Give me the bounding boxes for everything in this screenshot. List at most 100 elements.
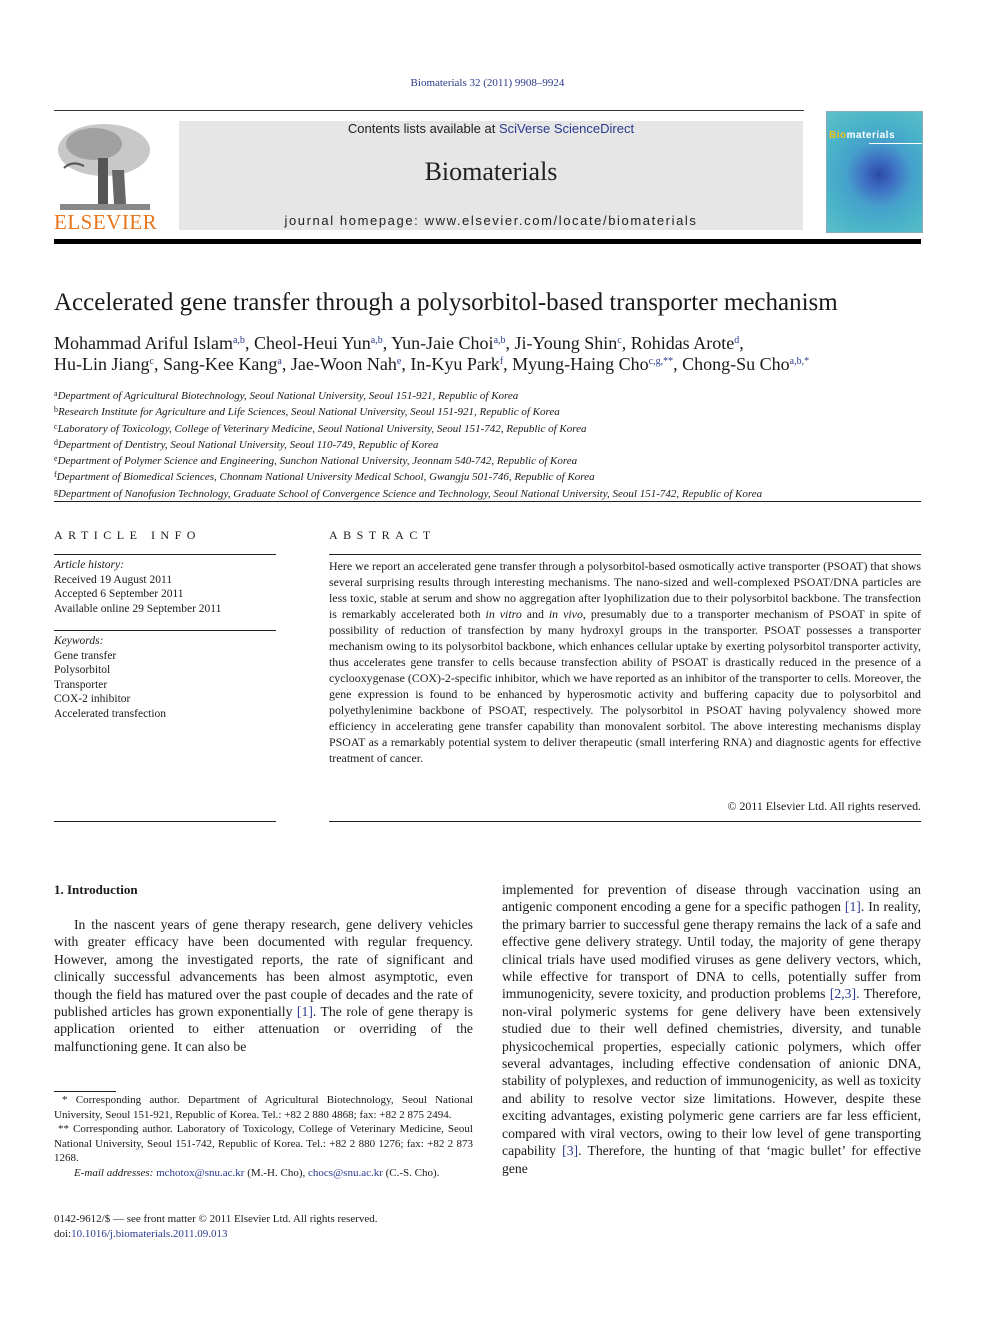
journal-citation-link[interactable]: Biomaterials 32 (2011) 9908–9924 (0, 77, 975, 89)
abstract-heading: ABSTRACT (329, 528, 436, 542)
keyword-list: Gene transfer Polysorbitol Transporter COX-… (54, 649, 166, 722)
author-separator: , (153, 354, 163, 374)
affiliation-text: Department of Nanofusion Technology, Gra… (58, 487, 763, 500)
affiliation-item: gDepartment of Nanofusion Technology, Gr… (54, 485, 762, 501)
author-separator: , (382, 333, 392, 353)
abstract-part: and (521, 607, 549, 621)
author-separator: , (673, 354, 683, 374)
author-name[interactable]: Chong-Su Cho (682, 354, 790, 374)
keywords-divider (54, 630, 276, 631)
journal-masthead: Contents lists available at SciVerse Sci… (179, 121, 803, 230)
keyword-item: COX-2 inhibitor (54, 693, 131, 705)
doi-link[interactable]: 10.1016/j.biomaterials.2011.09.013 (71, 1228, 227, 1240)
affiliation-text: Research Institute for Agriculture and L… (58, 406, 560, 419)
author-affiliation-marker[interactable]: a,b (371, 335, 383, 346)
email-owner: (M.-H. Cho), (244, 1166, 308, 1179)
citation-link[interactable]: [1] (845, 899, 861, 914)
body-text: . Therefore, non-viral polymeric systems… (502, 986, 922, 1159)
footnote-divider (54, 1091, 116, 1092)
author-list-line-1: Mohammad Ariful Islama,b, Cheol-Heui Yun… (54, 333, 744, 354)
abstract-italic: in vitro (485, 607, 522, 621)
cover-divider (869, 143, 922, 144)
affiliations-list: aDepartment of Agricultural Biotechnolog… (54, 387, 762, 501)
cover-title-rest: materials (846, 130, 896, 141)
header-divider (54, 110, 804, 111)
author-name[interactable]: Rohidas Arote (631, 333, 735, 353)
keyword-item: Polysorbitol (54, 664, 111, 676)
accepted-date: Accepted 6 September 2011 (54, 588, 184, 600)
keywords-section: Keywords: Gene transfer Polysorbitol Trans… (54, 634, 166, 721)
elsevier-logo[interactable]: ELSEVIER (54, 120, 158, 235)
author-name[interactable]: Hu-Lin Jiang (54, 354, 149, 374)
footnote-corresponding-2: ** Corresponding author. Laboratory of T… (54, 1123, 473, 1165)
abstract-italic: in vivo (548, 607, 583, 621)
masthead-divider (54, 239, 921, 244)
issn-line: 0142-9612/$ — see front matter © 2011 El… (54, 1213, 378, 1225)
sciencedirect-link[interactable]: SciVerse ScienceDirect (499, 121, 634, 136)
section-heading-introduction: 1. Introduction (54, 882, 138, 897)
homepage-label: journal homepage: (284, 213, 425, 228)
affiliation-text: Department of Agricultural Biotechnology… (57, 390, 519, 402)
abstract-text: Here we report an accelerated gene trans… (329, 558, 921, 766)
author-affiliation-marker[interactable]: c,g,** (649, 356, 673, 367)
author-name[interactable]: Jae-Woon Nah (291, 354, 397, 374)
author-name[interactable]: Mohammad Ariful Islam (54, 333, 233, 353)
affiliation-text: Department of Polymer Science and Engine… (57, 455, 578, 468)
article-info-divider (54, 554, 276, 555)
journal-name: Biomaterials (424, 157, 558, 186)
body-column-left: In the nascent years of gene therapy res… (54, 916, 473, 1055)
email-link[interactable]: chocs@snu.ac.kr (308, 1167, 383, 1179)
affiliation-item: eDepartment of Polymer Science and Engin… (54, 452, 762, 468)
cover-title: Biomaterials (829, 130, 895, 141)
author-name[interactable]: In-Kyu Park (410, 354, 499, 374)
article-info-heading: ARTICLE INFO (54, 528, 201, 542)
abstract-part: , presumably due to a transporter mechan… (329, 607, 921, 765)
cover-title-highlight: Bio (829, 130, 847, 141)
doi-label: doi: (54, 1227, 72, 1240)
homepage-link[interactable]: www.elsevier.com/locate/biomaterials (425, 213, 698, 228)
received-date: Received 19 August 2011 (54, 573, 173, 586)
contents-availability: Contents lists available at SciVerse Sci… (179, 121, 803, 136)
abstract-bottom-divider (329, 821, 921, 822)
citation-link[interactable]: [2,3] (830, 986, 856, 1001)
author-separator: , (505, 333, 515, 353)
author-name[interactable]: Ji-Young Shin (515, 333, 618, 353)
journal-cover-image[interactable]: Biomaterials (826, 111, 923, 233)
author-separator: , (244, 333, 254, 353)
copyright-notice: © 2011 Elsevier Ltd. All rights reserved… (727, 799, 921, 813)
author-separator: , (621, 333, 631, 353)
tree-icon (58, 124, 150, 210)
history-label: Article history: (54, 559, 124, 571)
contents-prefix: Contents lists available at (347, 121, 499, 136)
email-owner: (C.-S. Cho). (382, 1166, 440, 1179)
author-separator: , (739, 333, 744, 353)
affiliation-item: aDepartment of Agricultural Biotechnolog… (54, 387, 762, 403)
affiliation-text: Laboratory of Toxicology, College of Vet… (57, 422, 587, 435)
footnote-corresponding-1: * Corresponding author. Department of Ag… (54, 1094, 473, 1121)
body-column-right: implemented for prevention of disease th… (502, 881, 921, 1177)
footnote-emails: E-mail addresses: mchotox@snu.ac.kr (M.-… (54, 1166, 473, 1181)
keyword-item: Gene transfer (54, 649, 117, 662)
author-name[interactable]: Cheol-Heui Yun (254, 333, 371, 353)
author-affiliation-marker[interactable]: a,b,* (790, 356, 809, 367)
author-name[interactable]: Yun-Jaie Choi (391, 333, 494, 353)
author-name[interactable]: Sang-Kee Kang (163, 354, 277, 374)
author-affiliation-marker[interactable]: a,b (494, 335, 506, 346)
author-separator: , (503, 354, 513, 374)
author-name[interactable]: Myung-Haing Cho (512, 354, 649, 374)
affiliation-item: bResearch Institute for Agriculture and … (54, 403, 762, 419)
author-affiliation-marker[interactable]: a,b (233, 335, 245, 346)
affiliation-text: Department of Dentistry, Seoul National … (58, 438, 439, 451)
abstract-divider (329, 554, 921, 555)
keyword-item: Accelerated transfection (54, 707, 167, 720)
citation-link[interactable]: [1] (297, 1004, 313, 1019)
affiliation-item: fDepartment of Biomedical Sciences, Chon… (54, 468, 762, 484)
email-label: E-mail addresses: (74, 1166, 157, 1179)
email-link[interactable]: mchotox@snu.ac.kr (156, 1167, 244, 1179)
affiliation-item: dDepartment of Dentistry, Seoul National… (54, 436, 762, 452)
front-matter: 0142-9612/$ — see front matter © 2011 El… (54, 1212, 378, 1241)
author-list-line-2: Hu-Lin Jiangc, Sang-Kee Kanga, Jae-Woon … (54, 354, 809, 375)
article-title: Accelerated gene transfer through a poly… (54, 289, 838, 316)
publisher-wordmark: ELSEVIER (54, 210, 158, 234)
citation-link[interactable]: [3] (562, 1143, 578, 1158)
